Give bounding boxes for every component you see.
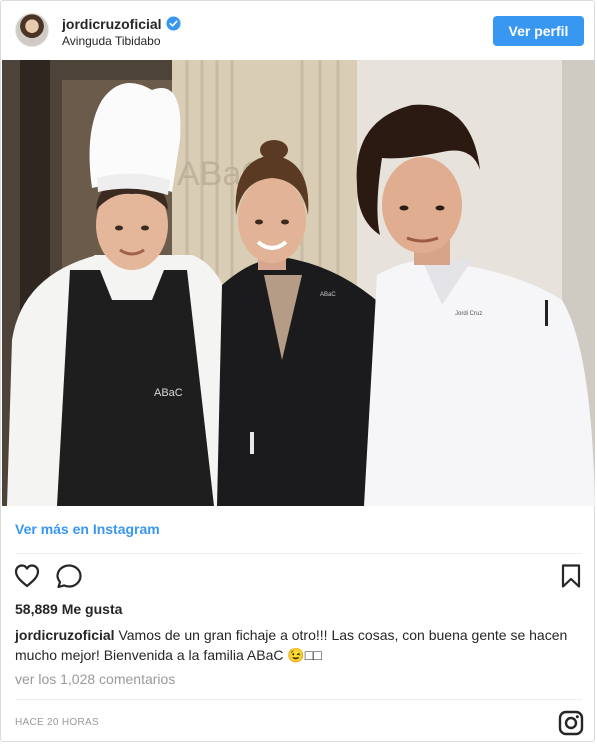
apron-logo: ABaC bbox=[154, 387, 183, 399]
caption: jordicruzoficial Vamos de un gran fichaj… bbox=[15, 625, 575, 665]
location-link[interactable]: Avinguda Tibidabo bbox=[62, 34, 161, 48]
divider bbox=[15, 553, 582, 554]
verified-badge-icon bbox=[166, 16, 181, 34]
bookmark-icon[interactable] bbox=[559, 563, 583, 594]
jacket-logo: ABaC bbox=[320, 292, 336, 298]
instagram-icon[interactable] bbox=[558, 710, 584, 741]
avatar[interactable] bbox=[15, 13, 49, 47]
post-photo[interactable]: ABaC ABaC ABaC Jordi Cruz bbox=[2, 60, 595, 506]
comment-icon[interactable] bbox=[55, 563, 83, 594]
username[interactable]: jordicruzoficial bbox=[62, 16, 162, 32]
likes-count[interactable]: 58,889 Me gusta bbox=[15, 601, 122, 617]
name-tag: Jordi Cruz bbox=[455, 311, 482, 317]
divider bbox=[15, 699, 582, 700]
view-more-instagram-link[interactable]: Ver más en Instagram bbox=[15, 521, 160, 537]
username-row: jordicruzoficial bbox=[62, 16, 181, 34]
caption-username[interactable]: jordicruzoficial bbox=[15, 627, 115, 643]
instagram-embed-card: jordicruzoficial Avinguda Tibidabo Ver p… bbox=[0, 0, 595, 742]
post-timestamp[interactable]: HACE 20 HORAS bbox=[15, 717, 99, 728]
view-comments-link[interactable]: ver los 1,028 comentarios bbox=[15, 671, 175, 687]
view-profile-button[interactable]: Ver perfil bbox=[493, 16, 584, 46]
post-header: jordicruzoficial Avinguda Tibidabo Ver p… bbox=[1, 1, 596, 60]
heart-icon[interactable] bbox=[13, 563, 41, 594]
